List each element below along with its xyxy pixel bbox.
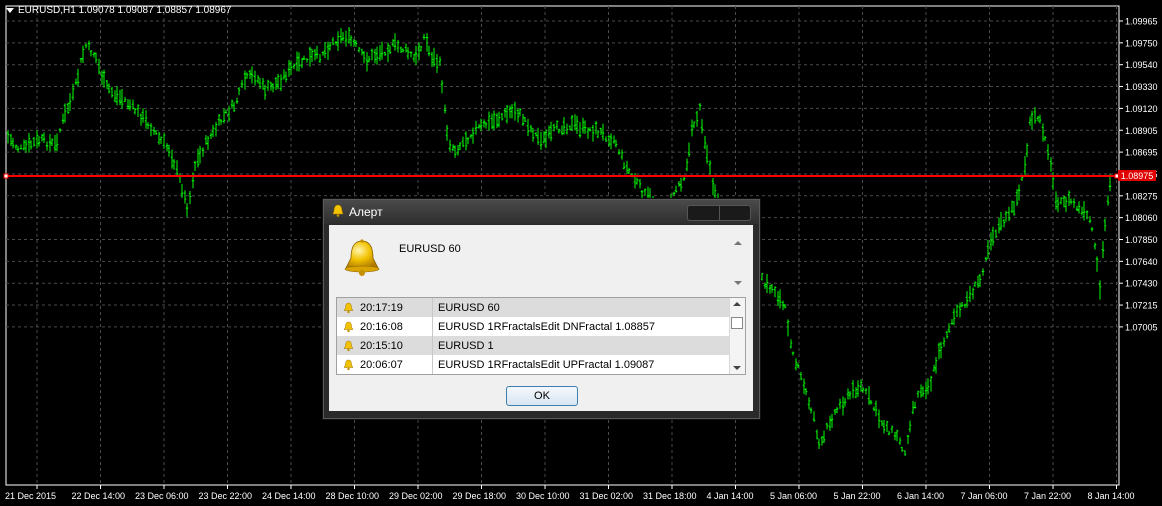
- price-label: 1.08905: [1125, 126, 1158, 136]
- alert-message: EURUSD 60: [438, 301, 500, 314]
- time-label: 29 Dec 02:00: [389, 491, 443, 501]
- time-label: 30 Dec 10:00: [516, 491, 570, 501]
- list-item[interactable]: 20:17:19 EURUSD 60: [337, 298, 729, 317]
- list-item[interactable]: 20:16:08 EURUSD 1RFractalsEdit DNFractal…: [337, 317, 729, 336]
- scroll-up-icon[interactable]: [733, 302, 741, 306]
- minimize-button[interactable]: [688, 206, 720, 220]
- bell-icon: [332, 204, 344, 217]
- scroll-down-icon[interactable]: [733, 366, 741, 370]
- alert-dialog: Алерт EURUSD 60 20:17:19 EURUSD 60 20:16…: [323, 199, 760, 419]
- bell-icon: [343, 321, 354, 332]
- time-label: 31 Dec 18:00: [643, 491, 697, 501]
- time-label: 23 Dec 22:00: [199, 491, 253, 501]
- price-label: 1.09120: [1125, 104, 1158, 114]
- price-label: 1.09330: [1125, 82, 1158, 92]
- bell-icon: [343, 359, 354, 370]
- price-label: 1.09540: [1125, 60, 1158, 70]
- time-label: 31 Dec 02:00: [580, 491, 634, 501]
- dialog-body: EURUSD 60 20:17:19 EURUSD 60 20:16:08 EU…: [329, 225, 753, 411]
- price-label: 1.07430: [1125, 279, 1158, 289]
- price-label: 1.07850: [1125, 235, 1158, 245]
- message-scrollbar[interactable]: [733, 241, 743, 285]
- alert-message: EURUSD 1: [438, 339, 494, 352]
- time-label: 6 Jan 14:00: [897, 491, 944, 501]
- alert-time: 20:06:07: [360, 358, 403, 371]
- time-label: 22 Dec 14:00: [72, 491, 126, 501]
- time-label: 24 Dec 14:00: [262, 491, 316, 501]
- price-label: 1.08695: [1125, 148, 1158, 158]
- price-label: 1.09965: [1125, 17, 1158, 27]
- alert-time: 20:16:08: [360, 320, 403, 333]
- symbol-ohlc-text: EURUSD,H1 1.09078 1.09087 1.08857 1.0896…: [18, 5, 232, 16]
- time-label: 29 Dec 18:00: [453, 491, 507, 501]
- alert-time: 20:15:10: [360, 339, 403, 352]
- time-label: 5 Jan 06:00: [770, 491, 817, 501]
- close-button[interactable]: [720, 206, 751, 220]
- list-scrollbar[interactable]: [729, 298, 745, 374]
- window-controls[interactable]: [687, 205, 751, 221]
- time-label: 21 Dec 2015: [5, 491, 56, 501]
- price-label: 1.07005: [1125, 322, 1158, 332]
- alert-message: EURUSD 1RFractalsEdit UPFractal 1.09087: [438, 358, 655, 371]
- price-label: 1.07215: [1125, 301, 1158, 311]
- bell-icon: [343, 340, 354, 351]
- alert-time: 20:17:19: [360, 301, 403, 314]
- alert-message-text: EURUSD 60: [399, 243, 461, 255]
- bell-icon: [343, 302, 354, 313]
- message-area: EURUSD 60: [329, 225, 753, 297]
- dialog-title: Алерт: [349, 205, 383, 219]
- symbol-info: EURUSD,H1 1.09078 1.09087 1.08857 1.0896…: [6, 5, 232, 16]
- time-label: 23 Dec 06:00: [135, 491, 189, 501]
- scroll-down-icon[interactable]: [734, 281, 742, 285]
- list-item[interactable]: 20:15:10 EURUSD 1: [337, 336, 729, 355]
- dialog-titlebar[interactable]: Алерт: [324, 200, 759, 224]
- alert-bell-icon: [344, 239, 380, 276]
- time-label: 5 Jan 22:00: [834, 491, 881, 501]
- price-label: 1.08060: [1125, 213, 1158, 223]
- current-price-tag: 1.08975: [1118, 170, 1156, 181]
- alerts-list[interactable]: 20:17:19 EURUSD 60 20:16:08 EURUSD 1RFra…: [336, 297, 746, 375]
- price-label: 1.09750: [1125, 38, 1158, 48]
- scroll-up-icon[interactable]: [734, 241, 742, 245]
- time-label: 7 Jan 06:00: [961, 491, 1008, 501]
- time-label: 28 Dec 10:00: [326, 491, 380, 501]
- scroll-thumb[interactable]: [731, 317, 743, 329]
- chart-menu-triangle-icon[interactable]: [6, 8, 14, 13]
- time-label: 7 Jan 22:00: [1024, 491, 1071, 501]
- price-label: 1.07640: [1125, 257, 1158, 267]
- time-label: 4 Jan 14:00: [707, 491, 754, 501]
- price-label: 1.08275: [1125, 191, 1158, 201]
- alert-message: EURUSD 1RFractalsEdit DNFractal 1.08857: [438, 320, 656, 333]
- list-item[interactable]: 20:06:07 EURUSD 1RFractalsEdit UPFractal…: [337, 355, 729, 374]
- ok-button[interactable]: OK: [506, 386, 578, 406]
- price-line-handle[interactable]: [3, 173, 9, 179]
- time-label: 8 Jan 14:00: [1088, 491, 1135, 501]
